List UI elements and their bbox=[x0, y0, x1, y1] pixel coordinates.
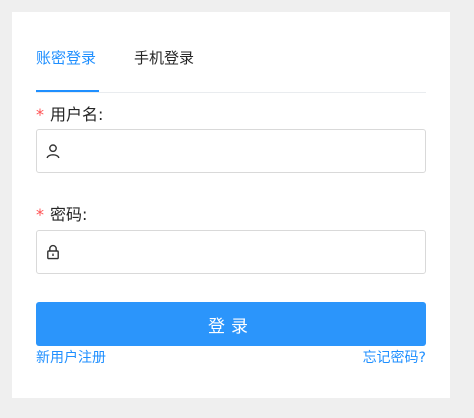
username-field[interactable] bbox=[36, 129, 426, 173]
required-mark: * bbox=[36, 105, 44, 124]
login-card: 账密登录 手机登录 * 用户名: * 密码: 登录 新用户注册 忘记密码? bbox=[12, 12, 450, 398]
tab-password-login[interactable]: 账密登录 bbox=[36, 48, 96, 68]
username-label: * 用户名: bbox=[36, 104, 103, 126]
lock-icon bbox=[45, 244, 61, 260]
login-button[interactable]: 登录 bbox=[36, 302, 426, 346]
password-label-text: 密码: bbox=[50, 205, 88, 224]
username-input[interactable] bbox=[69, 130, 419, 172]
login-tabs: 账密登录 手机登录 bbox=[36, 46, 426, 93]
password-input[interactable] bbox=[69, 231, 419, 273]
active-tab-indicator bbox=[36, 90, 99, 92]
password-label: * 密码: bbox=[36, 204, 87, 226]
username-label-text: 用户名: bbox=[50, 105, 104, 124]
required-mark: * bbox=[36, 205, 44, 224]
password-field[interactable] bbox=[36, 230, 426, 274]
register-link[interactable]: 新用户注册 bbox=[36, 348, 106, 368]
tab-phone-login[interactable]: 手机登录 bbox=[134, 48, 194, 68]
user-icon bbox=[45, 143, 61, 159]
forgot-password-link[interactable]: 忘记密码? bbox=[363, 348, 426, 368]
